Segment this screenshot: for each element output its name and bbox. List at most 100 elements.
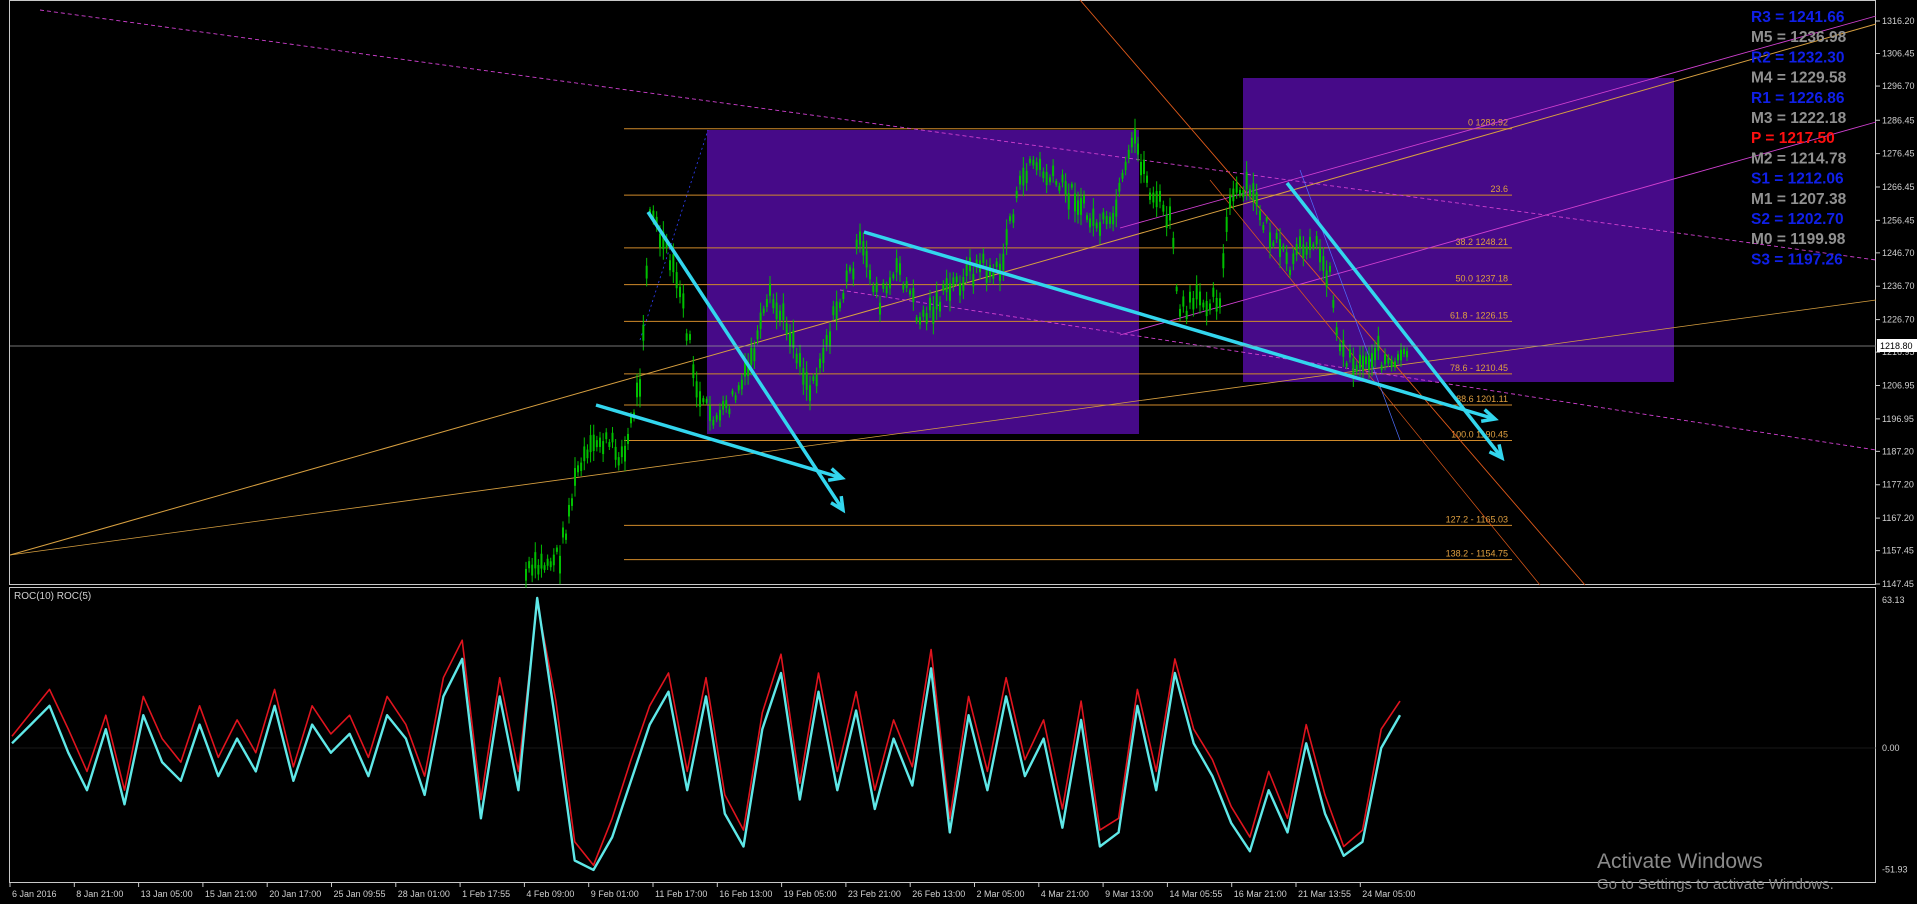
current-price-label: 1218.80 (1880, 341, 1913, 351)
candle-body (1195, 284, 1198, 300)
candle-body (1390, 359, 1393, 368)
time-tick-label: 20 Jan 17:00 (269, 889, 321, 899)
candle-body (812, 376, 815, 382)
candle-body (1352, 358, 1355, 377)
price-axis: 1316.20 1306.45 1296.70 1286.45 1276.45 1266.… (1876, 16, 1915, 589)
candle-body (1205, 301, 1208, 317)
time-axis: 6 Jan 2016 8 Jan 21:00 13 Jan 05:00 15 Jan … (9, 883, 1415, 899)
time-tick-label: 9 Feb 01:00 (591, 889, 639, 899)
candle-body (722, 401, 725, 410)
candle-body (1262, 225, 1265, 230)
candle-body (571, 498, 573, 506)
candle-body (845, 270, 848, 282)
candle-body (1319, 247, 1321, 263)
pivot-level-label: S1 = 1212.06 (1751, 171, 1844, 188)
candle-body (1169, 206, 1171, 221)
candle-body (782, 303, 785, 320)
candle-body (546, 558, 549, 566)
candle-body (1295, 244, 1298, 255)
candle-body (1015, 190, 1018, 199)
pivot-level-label: M1 = 1207.38 (1751, 191, 1847, 208)
time-tick-label: 8 Jan 21:00 (76, 889, 123, 899)
candle-body (862, 241, 865, 256)
candle-body (1362, 355, 1364, 371)
candle-body (617, 457, 620, 466)
candle-body (1400, 349, 1402, 361)
candle-body (1249, 189, 1251, 197)
roc-indicator (11, 596, 1402, 872)
indicator-label: ROC(10) ROC(5) (14, 591, 91, 602)
candle-body (909, 290, 911, 295)
candle-body (1377, 335, 1380, 351)
candle-body (586, 449, 589, 459)
chart-canvas: 0 1283.9223.638.2 1248.2150.0 1237.1861.… (9, 0, 1917, 899)
candle-body (1080, 198, 1082, 215)
candle-body (875, 282, 878, 293)
candle-body (1095, 222, 1098, 229)
candle-body (1121, 172, 1124, 179)
candle-body (1102, 212, 1105, 220)
candle-body (942, 284, 945, 291)
candle-body (1225, 216, 1228, 232)
candle-body (1022, 167, 1025, 186)
candle-body (1175, 286, 1178, 292)
candle-body (805, 372, 808, 390)
candle-body (815, 374, 818, 387)
candle-body (605, 432, 608, 440)
pivot-level-label: S3 = 1197.26 (1751, 251, 1843, 268)
candle-body (915, 317, 918, 322)
candle-body (902, 284, 905, 290)
price-tick-label: 1226.70 (1882, 315, 1915, 325)
pivot-level-label: M5 = 1236.98 (1751, 29, 1847, 46)
candle-body (1143, 159, 1145, 174)
candle-body (795, 353, 798, 364)
candle-body (675, 272, 678, 289)
candle-body (1083, 195, 1085, 204)
indicator-tick-label: 63.13 (1882, 595, 1905, 605)
candle-body (1202, 302, 1205, 308)
candle-body (568, 504, 570, 517)
candle-body (528, 561, 531, 569)
candle-body (1130, 137, 1133, 148)
pivot-level-label: R3 = 1241.66 (1751, 9, 1845, 26)
candle-body (1162, 204, 1165, 212)
candle-body (1355, 364, 1358, 372)
candle-body (1055, 181, 1058, 185)
candle-body (577, 465, 579, 473)
candle-body (580, 462, 583, 471)
pivot-levels: R3 = 1241.66 M5 = 1236.98 R2 = 1232.30 M4 =… (1751, 9, 1847, 268)
candle-body (1149, 192, 1151, 200)
candle-body (779, 310, 781, 321)
candle-body (1209, 303, 1211, 311)
candle-body (1109, 216, 1111, 224)
candle-body (543, 565, 546, 570)
candle-body (1039, 158, 1041, 170)
time-tick-label: 16 Feb 13:00 (719, 889, 772, 899)
candle-body (982, 253, 985, 264)
pivot-level-label: P = 1217.50 (1751, 130, 1835, 147)
candle-body (1005, 229, 1008, 246)
candle-body (699, 391, 701, 407)
candle-body (1359, 354, 1361, 369)
candle-body (802, 367, 805, 385)
candle-body (1329, 265, 1331, 273)
candle-body (555, 547, 558, 552)
candle-body (1299, 236, 1301, 249)
candle-body (769, 283, 771, 296)
price-tick-label: 1147.45 (1882, 579, 1914, 589)
time-tick-label: 24 Mar 05:00 (1362, 889, 1415, 899)
pivot-level-label: M2 = 1214.78 (1751, 150, 1847, 167)
price-tick-label: 1266.45 (1882, 182, 1915, 192)
candle-body (832, 306, 835, 316)
candle-body (829, 331, 831, 346)
candle-body (608, 442, 611, 447)
candle-body (1127, 149, 1130, 159)
candle-body (592, 434, 595, 451)
time-tick-label: 21 Mar 13:55 (1298, 889, 1351, 899)
indicator-axis: 63.13 0.00 -51.93 (1882, 595, 1908, 875)
candle-body (789, 332, 791, 346)
candle-body (849, 267, 851, 272)
pivot-level-label: M3 = 1222.18 (1751, 110, 1847, 127)
candle-body (552, 554, 555, 566)
indicator-tick-label: 0.00 (1882, 743, 1900, 753)
